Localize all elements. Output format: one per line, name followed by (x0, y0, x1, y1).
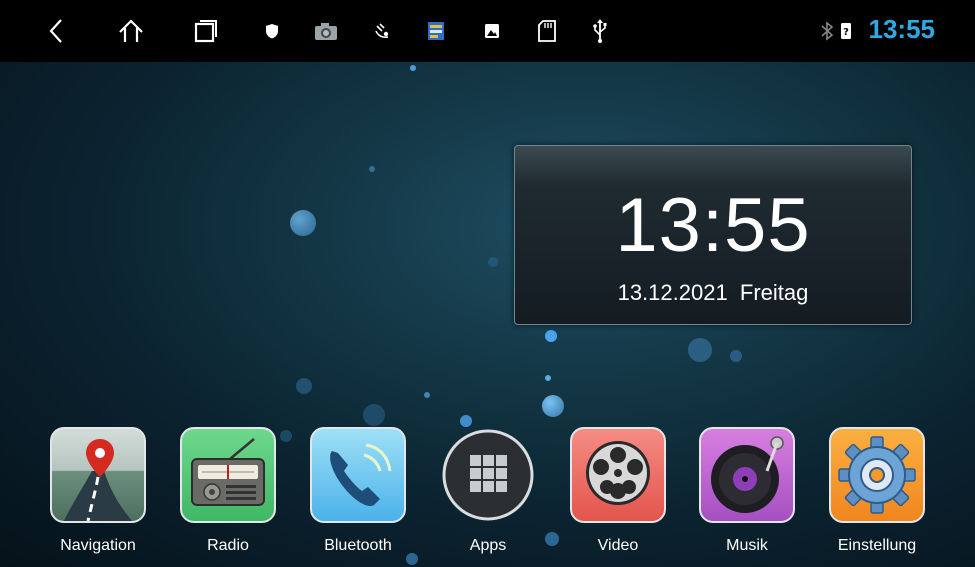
app-label: Einstellung (837, 537, 917, 554)
bubble-decoration (369, 166, 375, 172)
svg-text:?: ? (843, 27, 849, 38)
app-radio[interactable]: Radio (178, 427, 278, 557)
bubble-decoration (545, 375, 551, 381)
app-label: Video (597, 537, 639, 554)
phone-icon (310, 427, 406, 523)
satellite-icon (373, 15, 393, 47)
bubble-decoration (363, 404, 385, 426)
home-icon[interactable] (117, 15, 145, 47)
bubble-decoration (296, 378, 312, 394)
app-video[interactable]: Video (568, 427, 668, 557)
gallery-app-icon (427, 15, 445, 47)
app-apps[interactable]: Apps (438, 427, 538, 557)
app-label: Bluetooth (324, 537, 392, 554)
app-einstellung[interactable]: Einstellung (827, 427, 927, 557)
app-bluetooth[interactable]: Bluetooth (308, 427, 408, 557)
clock-time: 13:55 (615, 183, 811, 268)
bubble-decoration (290, 210, 316, 236)
bubble-decoration (410, 65, 416, 71)
bluetooth-icon (820, 15, 834, 47)
recents-icon[interactable] (193, 15, 219, 47)
apps-grid-icon (440, 427, 536, 523)
status-bar: ? 13:55 (0, 0, 975, 62)
back-icon[interactable] (44, 15, 68, 47)
app-navigation[interactable]: Navigation (48, 427, 148, 557)
app-label: Musik (726, 537, 768, 554)
phone-status-icon: ? (840, 15, 852, 47)
app-label: Navigation (60, 537, 136, 554)
shield-icon (264, 15, 280, 47)
clock-widget[interactable]: 13:55 13.12.2021 Freitag (514, 145, 912, 325)
app-musik[interactable]: Musik (697, 427, 797, 557)
bubble-decoration (280, 430, 292, 442)
turntable-icon (699, 427, 795, 523)
bubble-decoration (488, 257, 498, 267)
film-reel-icon (570, 427, 666, 523)
image-icon (484, 15, 500, 47)
sd-card-icon (537, 15, 557, 47)
usb-icon (592, 15, 608, 47)
navigation-icon (50, 427, 146, 523)
bubble-decoration (545, 330, 557, 342)
gear-icon (829, 427, 925, 523)
clock-weekday: Freitag (739, 280, 809, 305)
bubble-decoration (730, 350, 742, 362)
bubble-decoration (542, 395, 564, 417)
clock-date-value: 13.12.2021 (617, 280, 728, 305)
bubble-decoration (460, 415, 472, 427)
bubble-decoration (424, 392, 430, 398)
status-clock: 13:55 (868, 14, 936, 44)
app-label: Radio (207, 537, 249, 554)
app-label: Apps (469, 537, 507, 554)
home-screen: ? 13:55 13:55 13.12.2021 Freitag Navigat… (0, 0, 975, 567)
radio-icon (180, 427, 276, 523)
clock-date: 13.12.2021 Freitag (515, 280, 911, 306)
bubble-decoration (688, 338, 712, 362)
camera-icon (313, 15, 339, 47)
